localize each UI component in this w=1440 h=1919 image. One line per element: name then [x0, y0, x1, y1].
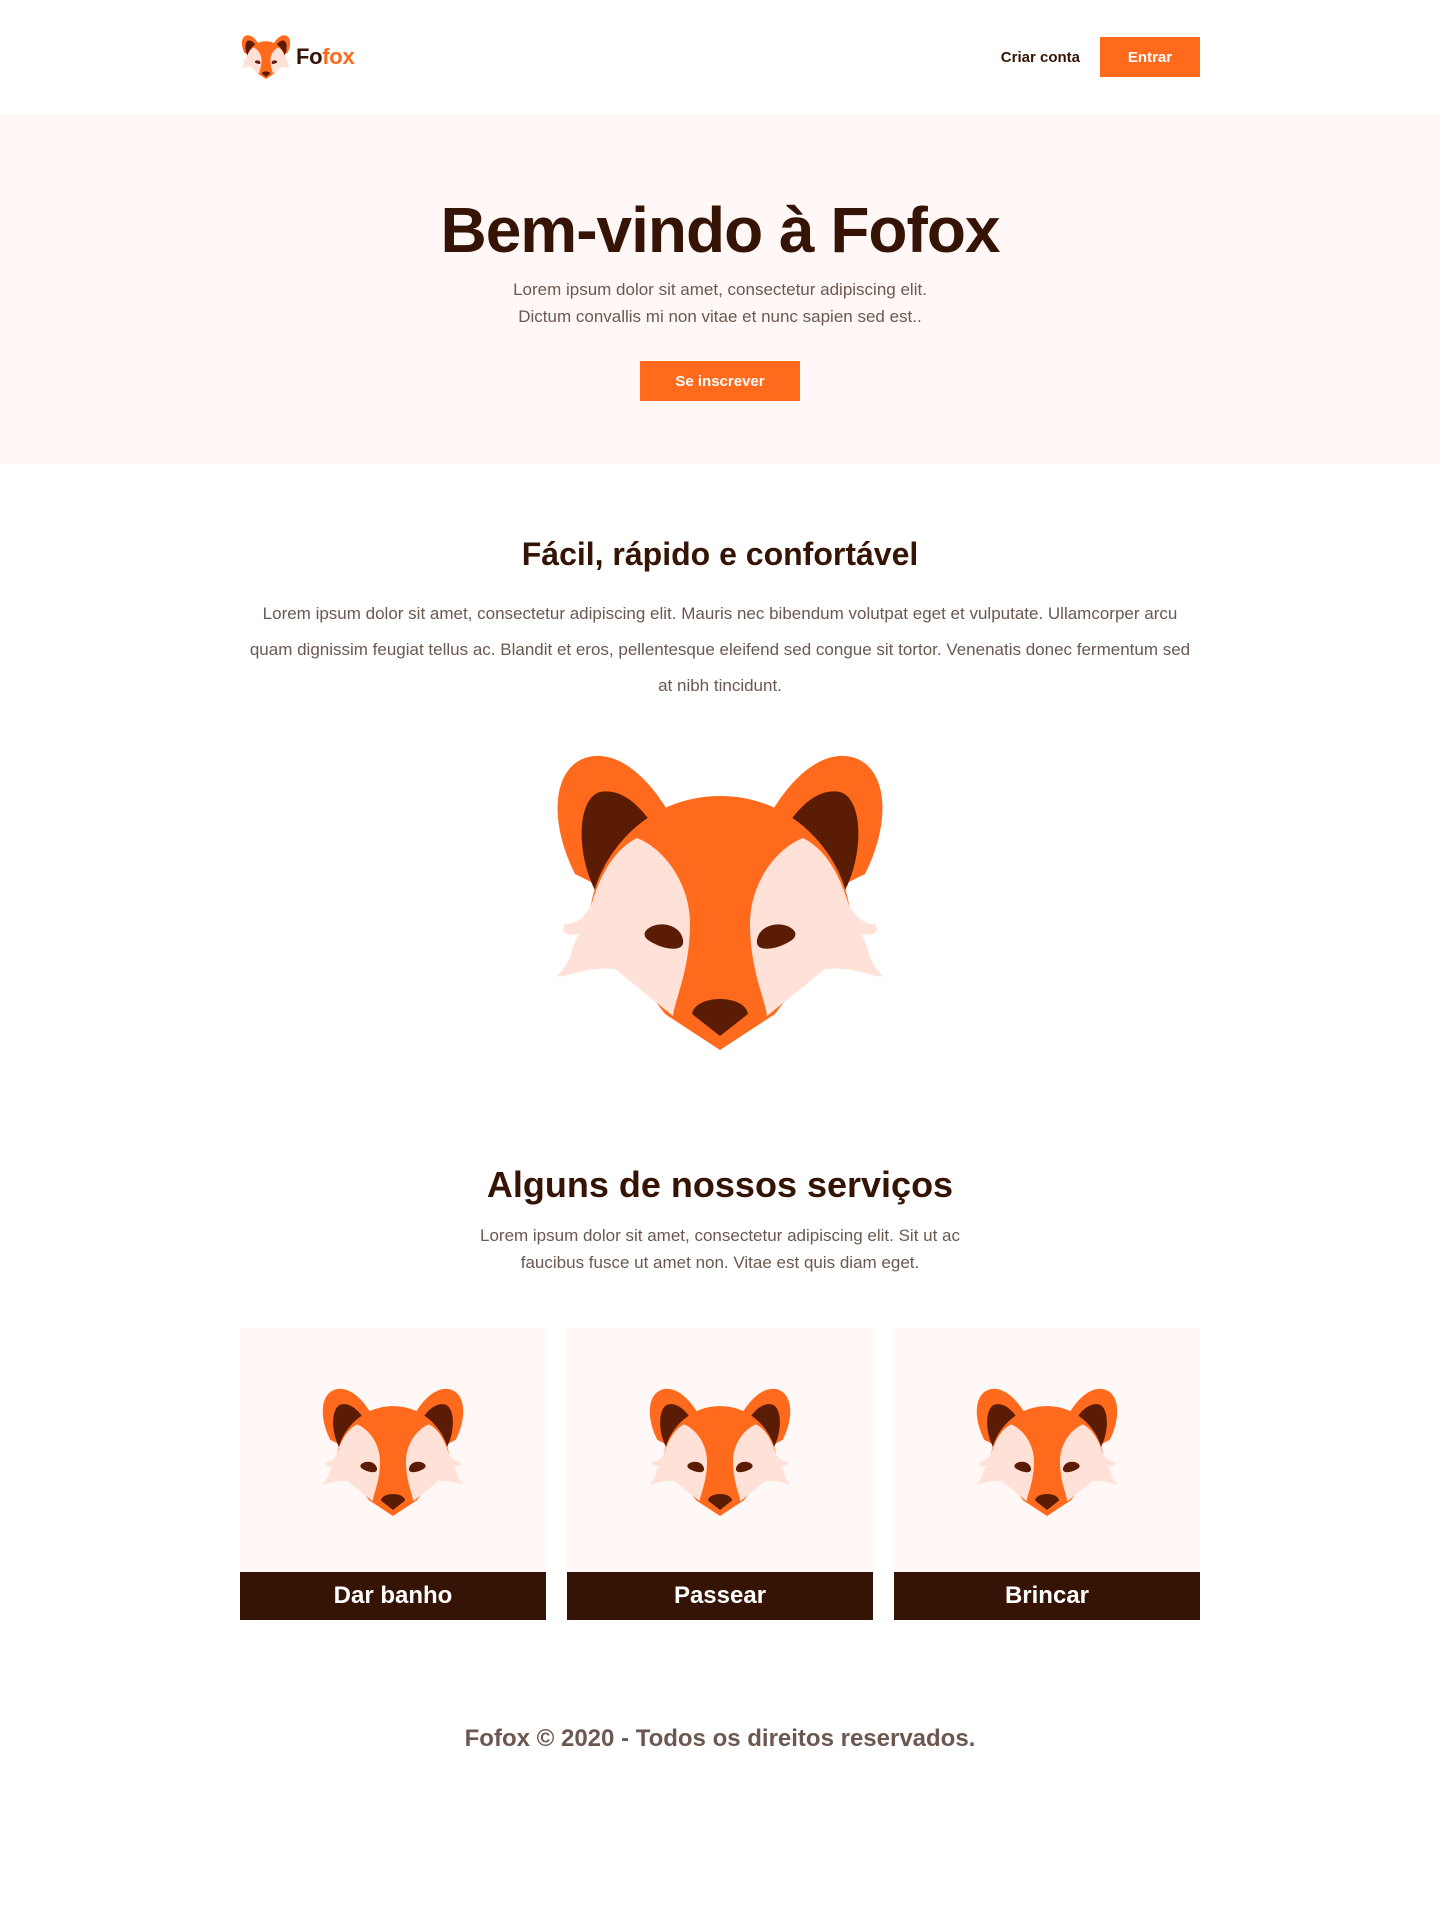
service-cards: Dar banho Passear Brincar: [240, 1328, 1200, 1620]
hero-subtitle: Lorem ipsum dolor sit amet, consectetur …: [513, 280, 927, 326]
service-card[interactable]: Brincar: [894, 1328, 1200, 1620]
about-title: Fácil, rápido e confortável: [521, 536, 919, 572]
site-footer: Fofox © 2020 - Todos os direitos reserva…: [0, 1620, 1440, 1919]
fox-head-icon: [648, 1388, 792, 1516]
service-card[interactable]: Dar banho: [240, 1328, 546, 1620]
hero-title: Bem-vindo à Fofox: [440, 194, 1000, 266]
subscribe-button[interactable]: Se inscrever: [640, 361, 800, 401]
fox-head-icon: [240, 35, 292, 79]
card-label: Brincar: [894, 1572, 1200, 1620]
card-label: Passear: [567, 1572, 873, 1620]
card-image: [240, 1328, 546, 1572]
about-text: Lorem ipsum dolor sit amet, consectetur …: [249, 604, 1191, 695]
service-card[interactable]: Passear: [567, 1328, 873, 1620]
hero-section: Bem-vindo à Fofox Lorem ipsum dolor sit …: [0, 114, 1440, 464]
services-text: Lorem ipsum dolor sit amet, consectetur …: [480, 1226, 960, 1272]
fox-head-icon: [975, 1388, 1119, 1516]
logo[interactable]: Fofox: [240, 35, 355, 79]
logo-text: Fofox: [296, 44, 355, 69]
top-nav: Criar conta Entrar: [1001, 37, 1200, 77]
services-section: Alguns de nossos serviços Lorem ipsum do…: [0, 1050, 1440, 1620]
copyright-text: Fofox © 2020 - Todos os direitos reserva…: [464, 1725, 976, 1752]
card-label: Dar banho: [240, 1572, 546, 1620]
card-image: [894, 1328, 1200, 1572]
fox-head-icon: [321, 1388, 465, 1516]
fox-head-icon: [555, 754, 885, 1050]
about-section: Fácil, rápido e confortável Lorem ipsum …: [0, 464, 1440, 1050]
card-image: [567, 1328, 873, 1572]
services-title: Alguns de nossos serviços: [486, 1164, 954, 1205]
login-button[interactable]: Entrar: [1100, 37, 1200, 77]
signup-link[interactable]: Criar conta: [1001, 49, 1080, 66]
site-header: Fofox Criar conta Entrar: [0, 0, 1440, 114]
